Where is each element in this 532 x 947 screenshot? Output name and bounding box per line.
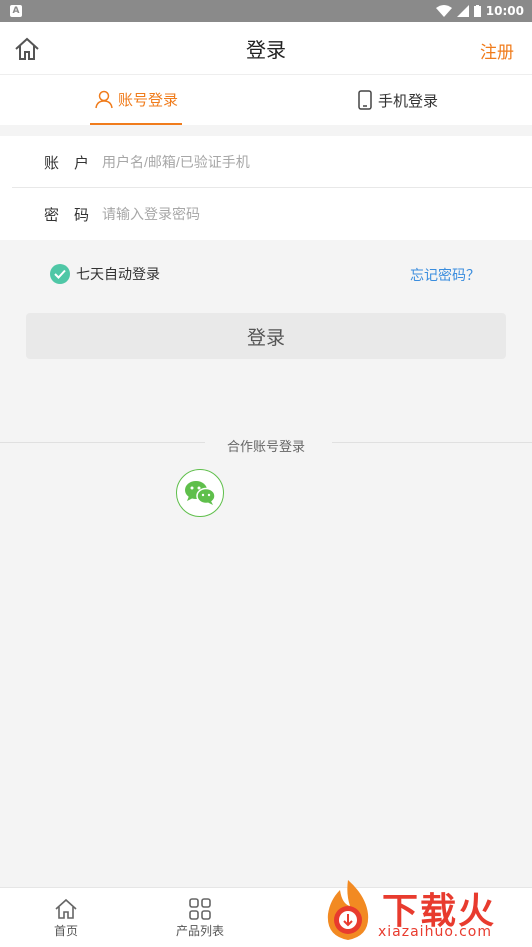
partner-login-label: 合作账号登录: [226, 440, 305, 455]
password-input[interactable]: [102, 199, 482, 229]
partner-divider-right: [332, 442, 532, 443]
app-notification-icon: A: [10, 5, 22, 17]
tab-phone-label: 手机登录: [378, 91, 439, 110]
nav-products[interactable]: 产品列表: [170, 896, 230, 939]
nav-home[interactable]: 首页: [36, 896, 96, 939]
watermark: 下载火 xiazaihuo.com: [314, 876, 532, 946]
check-icon: [50, 264, 70, 284]
user-icon: [95, 90, 113, 109]
forgot-password-link[interactable]: 忘记密码？: [410, 265, 480, 285]
battery-icon: [473, 5, 481, 17]
page-title: 登录: [246, 38, 286, 62]
account-input[interactable]: [102, 147, 482, 177]
signal-icon: [456, 5, 469, 17]
nav-home-label: 首页: [53, 924, 78, 938]
tab-account-label: 账号登录: [117, 90, 178, 109]
status-icons: 10:00: [435, 2, 524, 20]
password-label: 密 码: [44, 205, 90, 224]
login-tabs: 账号登录 手机登录: [0, 74, 532, 125]
register-link[interactable]: 注册: [480, 38, 514, 63]
tab-account-login[interactable]: 账号登录: [90, 75, 182, 125]
grid-icon: [189, 898, 211, 920]
wechat-icon: [185, 481, 216, 505]
status-time: 10:00: [485, 4, 524, 18]
home-icon: [55, 898, 77, 919]
tab-phone-login[interactable]: 手机登录: [356, 75, 438, 125]
wechat-login-button[interactable]: [176, 469, 224, 517]
header: 登录 注册: [0, 22, 532, 74]
login-form: 账 户 密 码: [0, 136, 532, 240]
flame-logo-icon: [327, 880, 369, 940]
phone-icon: [358, 90, 372, 110]
password-row: 密 码: [0, 188, 532, 240]
login-button[interactable]: 登录: [26, 313, 506, 359]
watermark-url: xiazaihuo.com: [378, 924, 492, 940]
auto-login-label: 七天自动登录: [76, 267, 160, 283]
wifi-icon: [435, 5, 452, 17]
status-bar: A 10:00: [0, 0, 532, 22]
auto-login-toggle[interactable]: 七天自动登录: [50, 264, 160, 284]
account-row: 账 户: [0, 136, 532, 188]
nav-products-label: 产品列表: [175, 924, 224, 938]
account-label: 账 户: [44, 153, 90, 172]
